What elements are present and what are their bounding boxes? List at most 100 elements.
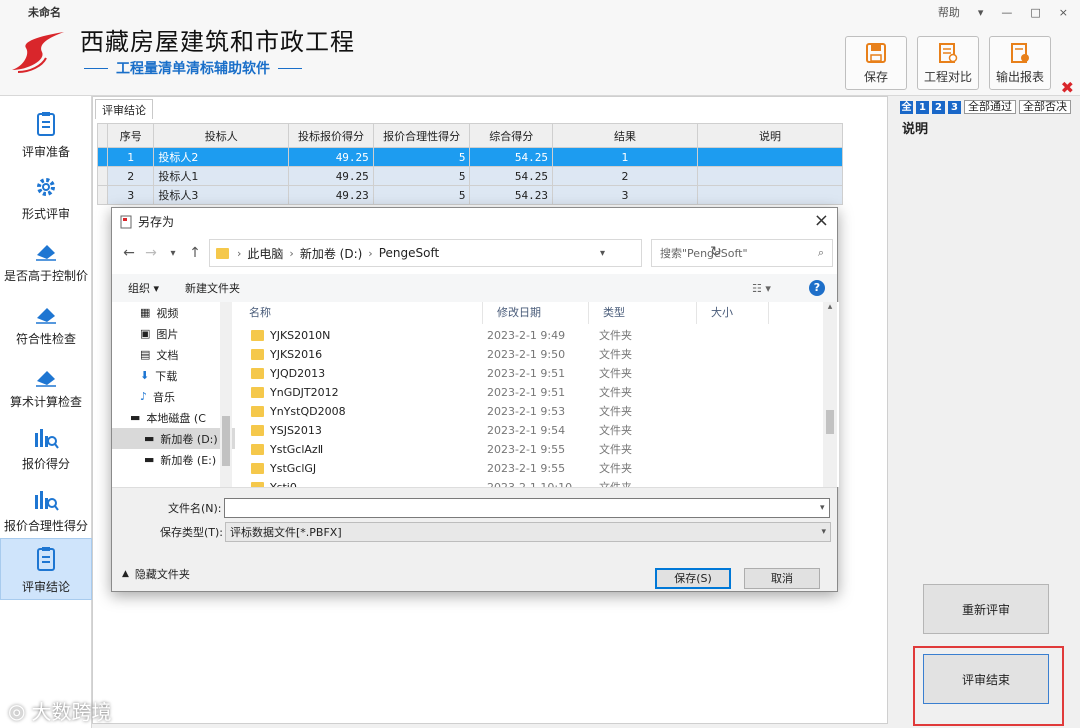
restart-review-button[interactable]: 重新评审 xyxy=(923,584,1049,634)
list-item[interactable]: YstGclGJ 2023-2-1 9:55 文件夹 xyxy=(235,459,825,478)
column-header[interactable]: 大小 xyxy=(697,302,769,324)
sidebar-item-form-review[interactable]: 形式评审 xyxy=(0,164,92,226)
forward-arrow-icon[interactable]: → xyxy=(140,245,162,261)
filetype-select[interactable]: 评标数据文件[*.PBFX] ▾ xyxy=(225,522,832,542)
list-item[interactable]: YJQD2013 2023-2-1 9:51 文件夹 xyxy=(235,364,825,383)
list-item[interactable]: YnGDJT2012 2023-2-1 9:51 文件夹 xyxy=(235,383,825,402)
table-cell[interactable]: 49.25 xyxy=(288,166,374,186)
table-row[interactable]: 3 投标人3 49.23 5 54.23 3 xyxy=(96,185,844,205)
pass-all-button[interactable]: 全部通过 xyxy=(964,100,1016,114)
filter-2-button[interactable]: 2 xyxy=(932,100,945,114)
table-cell[interactable]: 投标人2 xyxy=(153,147,290,167)
help-menu[interactable]: 帮助 xyxy=(938,4,960,20)
table-cell[interactable]: 54.25 xyxy=(469,166,553,186)
compare-button[interactable]: 工程对比 xyxy=(917,36,979,90)
list-item[interactable]: Ystj0 2023-2-1 10:10文件夹 xyxy=(235,478,825,487)
chevron-down-icon[interactable]: ▾ xyxy=(821,527,826,537)
sidebar-item-compliance[interactable]: 符合性检查 xyxy=(0,289,92,351)
list-item[interactable]: YJKS2016 2023-2-1 9:50 文件夹 xyxy=(235,345,825,364)
table-cell[interactable]: 2 xyxy=(552,166,698,186)
help-icon[interactable]: ? xyxy=(809,280,825,296)
breadcrumb-item[interactable]: 此电脑 xyxy=(247,245,283,262)
tab-conclusion[interactable]: 评审结论 xyxy=(95,99,153,119)
column-header[interactable]: 名称 xyxy=(235,302,483,324)
list-item[interactable]: YnYstQD2008 2023-2-1 9:53 文件夹 xyxy=(235,402,825,421)
tree-item-documents[interactable]: ▤ 文档 xyxy=(112,344,235,365)
hide-folders-toggle[interactable]: ▲ 隐藏文件夹 xyxy=(122,566,190,582)
table-cell[interactable]: 1 xyxy=(552,147,698,167)
table-cell[interactable]: 3 xyxy=(107,185,155,205)
table-cell[interactable]: 49.25 xyxy=(288,147,374,167)
filename-input[interactable]: ▾ xyxy=(223,498,830,518)
tree-item-music[interactable]: ♪ 音乐 xyxy=(112,386,235,407)
table-cell[interactable]: 49.23 xyxy=(288,185,374,205)
filter-1-button[interactable]: 1 xyxy=(916,100,929,114)
cancel-button[interactable]: 取消 xyxy=(744,568,820,589)
breadcrumb-item[interactable]: PengeSoft xyxy=(379,246,439,260)
address-bar[interactable]: › 此电脑 › 新加卷 (D:) › PengeSoft ▾ ↻ xyxy=(209,239,722,267)
tree-item-pictures[interactable]: ▣ 图片 xyxy=(112,323,235,344)
dialog-close-icon[interactable]: × xyxy=(814,210,829,231)
close-button[interactable]: × xyxy=(1059,6,1068,19)
filter-all-button[interactable]: 全 xyxy=(900,100,913,114)
list-item[interactable]: YSJS2013 2023-2-1 9:54 文件夹 xyxy=(235,421,825,440)
table-cell[interactable]: 投标人3 xyxy=(153,185,290,205)
maximize-button[interactable]: □ xyxy=(1030,6,1040,19)
column-header[interactable]: 综合得分 xyxy=(469,123,553,148)
filter-3-button[interactable]: 3 xyxy=(948,100,961,114)
row-selector[interactable] xyxy=(96,185,109,205)
column-header[interactable]: 修改日期 xyxy=(483,302,589,324)
breadcrumb-item[interactable]: 新加卷 (D:) xyxy=(300,245,362,262)
table-cell[interactable]: 5 xyxy=(372,166,471,186)
column-header[interactable]: 投标人 xyxy=(153,123,290,148)
reject-all-button[interactable]: 全部否决 xyxy=(1019,100,1071,114)
tree-item-drive-e[interactable]: ▬ 新加卷 (E:) xyxy=(112,449,235,470)
sidebar-item-price-score[interactable]: 报价得分 xyxy=(0,414,92,476)
list-item[interactable]: YJKS2010N 2023-2-1 9:49 文件夹 xyxy=(235,326,825,345)
sidebar-item-review-prep[interactable]: 评审准备 xyxy=(0,102,92,164)
file-list-scrollbar[interactable]: ▴ xyxy=(823,302,837,487)
table-cell[interactable]: 2 xyxy=(107,166,155,186)
minimize-button[interactable]: — xyxy=(1001,6,1012,19)
tree-scrollbar[interactable] xyxy=(220,302,232,487)
export-report-button[interactable]: 输出报表 xyxy=(989,36,1051,90)
table-cell[interactable] xyxy=(696,147,844,167)
save-file-button[interactable]: 保存(S) xyxy=(655,568,731,589)
chevron-down-icon[interactable]: ▾ xyxy=(820,503,825,513)
recent-chevron-icon[interactable]: ▾ xyxy=(162,248,184,259)
table-cell[interactable]: 5 xyxy=(372,185,471,205)
table-cell[interactable]: 54.25 xyxy=(469,147,553,167)
list-item[interactable]: YstGclAzⅡ 2023-2-1 9:55 文件夹 xyxy=(235,440,825,459)
column-header[interactable]: 序号 xyxy=(107,123,155,148)
scroll-up-icon[interactable]: ▴ xyxy=(823,302,837,312)
address-dropdown-icon[interactable]: ▾ xyxy=(600,248,605,259)
table-cell[interactable]: 3 xyxy=(552,185,698,205)
table-cell[interactable]: 投标人1 xyxy=(153,166,290,186)
table-row[interactable]: 1 投标人2 49.25 5 54.25 1 xyxy=(96,147,844,167)
column-header[interactable]: 结果 xyxy=(552,123,698,148)
search-input[interactable]: 搜索"PengeSoft" ⌕ xyxy=(651,239,833,267)
tree-item-drive-c[interactable]: ▬ 本地磁盘 (C xyxy=(112,407,235,428)
view-options-icon[interactable]: ☷ ▾ xyxy=(752,282,771,295)
column-header[interactable]: 投标报价得分 xyxy=(288,123,374,148)
tree-item-drive-d[interactable]: ▬ 新加卷 (D:) xyxy=(112,428,235,449)
sidebar-item-conclusion[interactable]: 评审结论 xyxy=(0,538,92,600)
scrollbar-thumb[interactable] xyxy=(826,410,834,434)
back-arrow-icon[interactable]: ← xyxy=(118,245,140,261)
row-selector[interactable] xyxy=(96,166,109,186)
sidebar-item-arithmetic[interactable]: 算术计算检查 xyxy=(0,352,92,414)
column-header[interactable]: 报价合理性得分 xyxy=(372,123,471,148)
table-cell[interactable]: 5 xyxy=(372,147,471,167)
table-cell[interactable]: 54.23 xyxy=(469,185,553,205)
column-header[interactable]: 类型 xyxy=(589,302,697,324)
help-chevron-icon[interactable]: ▾ xyxy=(978,6,984,19)
table-cell[interactable]: 1 xyxy=(107,147,155,167)
table-cell[interactable] xyxy=(696,166,844,186)
row-selector[interactable] xyxy=(96,147,109,167)
organize-menu[interactable]: 组织 ▾ xyxy=(128,280,159,296)
scrollbar-thumb[interactable] xyxy=(222,416,230,466)
panel-close-icon[interactable]: ✖ xyxy=(1061,78,1074,97)
table-cell[interactable] xyxy=(696,185,844,205)
tree-item-downloads[interactable]: ⬇ 下载 xyxy=(112,365,235,386)
save-button[interactable]: 保存 xyxy=(845,36,907,90)
